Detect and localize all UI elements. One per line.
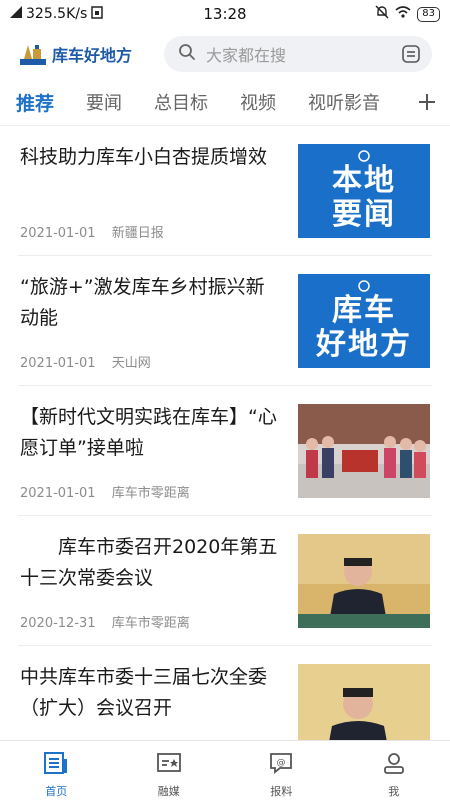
sim-icon — [91, 5, 104, 23]
clock: 13:28 — [203, 5, 247, 23]
nav-media[interactable]: 融媒 — [113, 741, 226, 800]
signal-icon — [10, 6, 22, 22]
user-icon — [381, 751, 407, 779]
home-news-icon — [43, 751, 69, 779]
news-thumbnail-photo — [298, 404, 430, 498]
logo-emblem-icon — [18, 41, 48, 67]
status-bar: 325.5K/s 13:28 83 — [0, 0, 450, 28]
tab-video[interactable]: 视频 — [240, 89, 276, 115]
nav-label: 报料 — [270, 785, 293, 798]
scan-icon[interactable] — [400, 43, 422, 65]
mute-icon — [375, 5, 389, 23]
news-source: 库车市零距离 — [111, 486, 190, 501]
logo-text: 库车好地方 — [52, 46, 133, 65]
list-item[interactable]: “旅游+”激发库车乡村振兴新动能 2021-01-01 天山网 库车 好地方 — [18, 256, 432, 386]
news-title: 中共库车市委十三届七次全委（扩大）会议召开 — [20, 666, 268, 719]
nav-label: 首页 — [45, 785, 68, 798]
battery-indicator: 83 — [417, 6, 440, 22]
nav-report[interactable]: @ 报料 — [225, 741, 338, 800]
search-placeholder: 大家都在搜 — [206, 46, 287, 65]
kc-emblem-icon — [358, 280, 370, 292]
news-thumbnail-photo — [298, 534, 430, 628]
news-meta: 2020-12-31 库车市零距离 — [20, 612, 202, 631]
news-meta: 2021-01-01 新疆日报 — [20, 222, 176, 241]
thumb-line: 好地方 — [316, 327, 412, 362]
news-date: 2021-01-01 — [20, 486, 96, 501]
news-source: 库车市零距离 — [111, 616, 190, 631]
app-header: 库车好地方 大家都在搜 — [0, 30, 450, 78]
news-source: 天山网 — [111, 356, 151, 371]
news-meta: 2021-01-01 库车市零距离 — [20, 482, 202, 501]
news-title: 库车市委召开2020年第五十三次常委会议 — [20, 536, 278, 589]
list-item[interactable]: 库车市委召开2020年第五十三次常委会议 2020-12-31 库车市零距离 — [18, 516, 432, 646]
bottom-navigation: 首页 融媒 @ 报料 我 — [0, 740, 450, 800]
nav-label: 我 — [388, 785, 400, 798]
nav-me[interactable]: 我 — [338, 741, 450, 800]
channel-tabs: 推荐 要闻 总目标 视频 视听影音 — [0, 82, 450, 122]
wifi-icon — [395, 6, 411, 22]
thumb-line: 本地 — [332, 163, 396, 198]
tab-audio-video[interactable]: 视听影音 — [308, 89, 380, 115]
media-card-icon — [156, 751, 182, 779]
nav-home[interactable]: 首页 — [0, 741, 113, 800]
news-source: 新疆日报 — [111, 226, 164, 241]
news-title: 【新时代文明实践在库车】“心愿订单”接单啦 — [20, 406, 277, 459]
search-icon — [178, 43, 196, 65]
news-thumbnail: 本地 要闻 — [298, 144, 430, 238]
plus-icon — [419, 94, 435, 110]
tab-recommend[interactable]: 推荐 — [16, 89, 54, 116]
list-item[interactable]: 科技助力库车小白杏提质增效 2021-01-01 新疆日报 本地 要闻 — [18, 126, 432, 256]
news-title: “旅游+”激发库车乡村振兴新动能 — [20, 276, 265, 329]
network-speed: 325.5K/s — [26, 6, 88, 22]
app-logo[interactable]: 库车好地方 — [18, 41, 158, 67]
report-chat-icon: @ — [268, 751, 294, 779]
news-meta: 2021-01-01 天山网 — [20, 352, 163, 371]
news-thumbnail: 库车 好地方 — [298, 274, 430, 368]
kc-emblem-icon — [358, 150, 370, 162]
news-title: 科技助力库车小白杏提质增效 — [20, 146, 268, 168]
tab-goals[interactable]: 总目标 — [154, 89, 208, 115]
news-date: 2021-01-01 — [20, 226, 96, 241]
news-list: 科技助力库车小白杏提质增效 2021-01-01 新疆日报 本地 要闻 “旅游+… — [0, 126, 450, 776]
tab-fade — [392, 82, 412, 122]
news-date: 2021-01-01 — [20, 356, 96, 371]
thumb-line: 库车 — [332, 293, 396, 328]
add-channel-button[interactable] — [412, 86, 442, 118]
news-date: 2020-12-31 — [20, 616, 96, 631]
svg-text:@: @ — [277, 758, 286, 768]
list-item[interactable]: 【新时代文明实践在库车】“心愿订单”接单啦 2021-01-01 库车市零距离 — [18, 386, 432, 516]
tab-headlines[interactable]: 要闻 — [86, 89, 122, 115]
nav-label: 融媒 — [157, 785, 180, 798]
thumb-line: 要闻 — [332, 197, 396, 232]
search-bar[interactable]: 大家都在搜 — [164, 36, 432, 72]
